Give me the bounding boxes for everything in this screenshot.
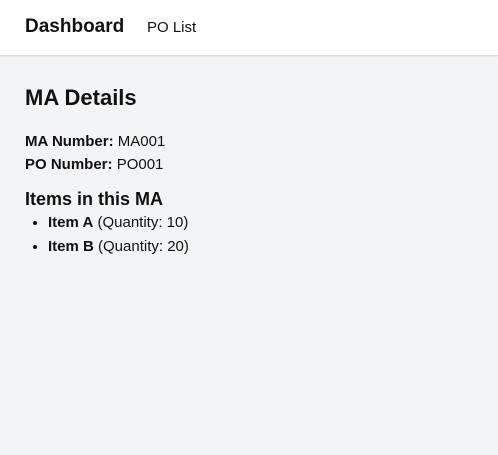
item-quantity: (Quantity: 10) xyxy=(97,214,189,231)
item-name: Item A xyxy=(48,214,94,231)
ma-number-field: MA Number: MA001 xyxy=(25,130,475,153)
nav-link-po-list[interactable]: PO List xyxy=(147,19,196,37)
brand-dashboard-link[interactable]: Dashboard xyxy=(25,16,124,38)
item-quantity: (Quantity: 20) xyxy=(98,238,189,255)
po-number-field: PO Number: PO001 xyxy=(25,153,475,176)
ma-number-value: MA001 xyxy=(117,133,166,150)
item-name: Item B xyxy=(48,238,94,255)
list-item: Item B (Quantity: 20) xyxy=(48,235,475,259)
po-number-label: PO Number: xyxy=(25,156,113,173)
items-section-title: Items in this MA xyxy=(25,189,164,209)
main-content: MA Details MA Number: MA001 PO Number: P… xyxy=(25,84,475,259)
ma-number-label: MA Number: xyxy=(25,133,114,150)
page-title: MA Details xyxy=(25,85,137,110)
top-navbar: Dashboard PO List xyxy=(0,0,498,56)
po-number-value: PO001 xyxy=(116,156,164,173)
list-item: Item A (Quantity: 10) xyxy=(48,211,475,235)
items-list: Item A (Quantity: 10) Item B (Quantity: … xyxy=(25,211,475,259)
